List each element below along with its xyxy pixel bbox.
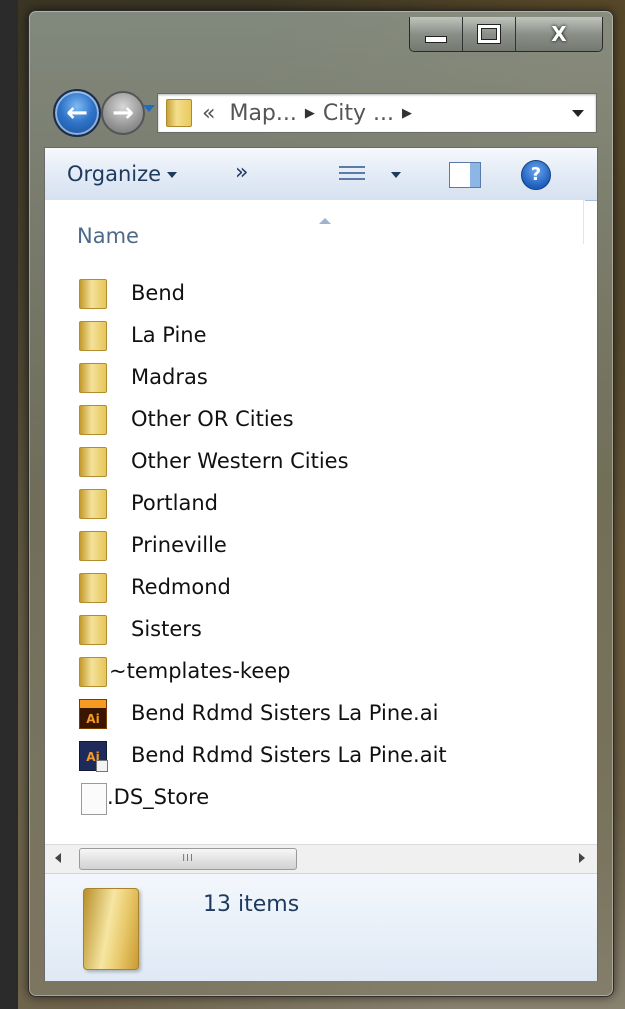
file-list: Bend La Pine Madras Other OR Cities Othe…	[45, 273, 597, 819]
list-item[interactable]: Prineville	[45, 525, 597, 567]
folder-icon	[79, 405, 107, 435]
item-name: Bend Rdmd Sisters La Pine.ait	[131, 743, 447, 767]
desktop-edge	[0, 0, 18, 1009]
item-name: Portland	[131, 491, 218, 515]
item-name: Other Western Cities	[131, 449, 349, 473]
maximize-button[interactable]	[463, 17, 516, 51]
views-icon[interactable]	[339, 164, 365, 184]
list-item[interactable]: Madras	[45, 357, 597, 399]
column-header: Name	[45, 200, 585, 248]
item-name: ~templates-keep	[109, 659, 291, 683]
breadcrumb-map[interactable]: Map...	[229, 101, 296, 126]
explorer-content: Organize » ? Name Bend La Pine Madras Ot…	[44, 147, 598, 981]
minimize-button[interactable]	[410, 17, 463, 51]
scrollbar-thumb[interactable]: III	[79, 848, 297, 870]
views-dropdown-icon[interactable]	[391, 172, 401, 178]
caption-buttons: X	[409, 17, 603, 52]
list-item[interactable]: Ai Bend Rdmd Sisters La Pine.ai	[45, 693, 597, 735]
chevron-down-icon	[167, 172, 178, 178]
forward-arrow-icon: →	[112, 98, 134, 128]
folder-icon	[79, 321, 107, 351]
item-name: Sisters	[131, 617, 202, 641]
list-item[interactable]: Sisters	[45, 609, 597, 651]
file-icon	[81, 783, 107, 815]
list-item[interactable]: ~templates-keep	[45, 651, 597, 693]
close-icon: X	[551, 22, 567, 46]
list-item[interactable]: Bend	[45, 273, 597, 315]
item-name: Bend	[131, 281, 185, 305]
list-item[interactable]: Other OR Cities	[45, 399, 597, 441]
more-commands-button[interactable]: »	[235, 160, 248, 185]
list-item[interactable]: Redmond	[45, 567, 597, 609]
scroll-right-icon[interactable]	[579, 853, 585, 863]
command-bar: Organize » ?	[45, 148, 597, 201]
back-arrow-icon: ←	[66, 98, 88, 128]
item-name: La Pine	[131, 323, 207, 347]
item-name: Madras	[131, 365, 208, 389]
breadcrumb-separator-icon[interactable]: ▶	[402, 106, 412, 121]
minimize-icon	[425, 35, 447, 43]
horizontal-scrollbar[interactable]: III	[45, 844, 597, 873]
organize-label: Organize	[67, 162, 162, 186]
folder-icon	[79, 279, 107, 309]
maximize-icon	[478, 25, 500, 43]
item-name: Prineville	[131, 533, 227, 557]
recent-pages-dropdown[interactable]	[143, 105, 155, 112]
item-name: Redmond	[131, 575, 231, 599]
preview-pane-icon[interactable]	[449, 162, 481, 188]
item-name: Other OR Cities	[131, 407, 294, 431]
scroll-left-icon[interactable]	[55, 853, 61, 863]
folder-icon	[79, 657, 107, 687]
folder-icon	[79, 573, 107, 603]
item-name: Bend Rdmd Sisters La Pine.ai	[131, 701, 439, 725]
folder-icon	[79, 615, 107, 645]
folder-icon	[83, 888, 139, 970]
organize-button[interactable]: Organize	[67, 162, 178, 186]
illustrator-template-icon: Ai	[79, 741, 108, 772]
breadcrumb-overflow[interactable]: «	[202, 101, 215, 126]
item-count: 13 items	[203, 892, 300, 917]
list-item[interactable]: .DS_Store	[45, 777, 597, 819]
details-pane: 13 items	[45, 873, 597, 981]
help-icon[interactable]: ?	[521, 160, 551, 190]
list-item[interactable]: Portland	[45, 483, 597, 525]
folder-icon	[79, 363, 107, 393]
list-item[interactable]: Other Western Cities	[45, 441, 597, 483]
breadcrumb-city[interactable]: City ...	[323, 101, 394, 126]
column-divider[interactable]	[583, 200, 584, 244]
folder-icon	[79, 531, 107, 561]
navigation-bar: ← → « Map... ▶ City ... ▶	[45, 85, 597, 137]
name-column-header[interactable]: Name	[77, 224, 139, 248]
illustrator-file-icon: Ai	[79, 699, 107, 729]
back-button[interactable]: ←	[53, 89, 101, 137]
folder-icon	[166, 99, 192, 127]
list-item[interactable]: Ai Bend Rdmd Sisters La Pine.ait	[45, 735, 597, 777]
close-button[interactable]: X	[516, 17, 602, 51]
address-dropdown-icon[interactable]	[572, 110, 584, 117]
list-item[interactable]: La Pine	[45, 315, 597, 357]
explorer-window: X ← → « Map... ▶ City ... ▶ Organize » ?	[28, 10, 614, 997]
forward-button[interactable]: →	[101, 91, 145, 135]
folder-icon	[79, 489, 107, 519]
breadcrumb-separator-icon[interactable]: ▶	[305, 106, 315, 121]
sort-ascending-icon	[319, 218, 331, 224]
address-bar[interactable]: « Map... ▶ City ... ▶	[157, 93, 597, 133]
folder-icon	[79, 447, 107, 477]
item-name: .DS_Store	[107, 785, 210, 809]
